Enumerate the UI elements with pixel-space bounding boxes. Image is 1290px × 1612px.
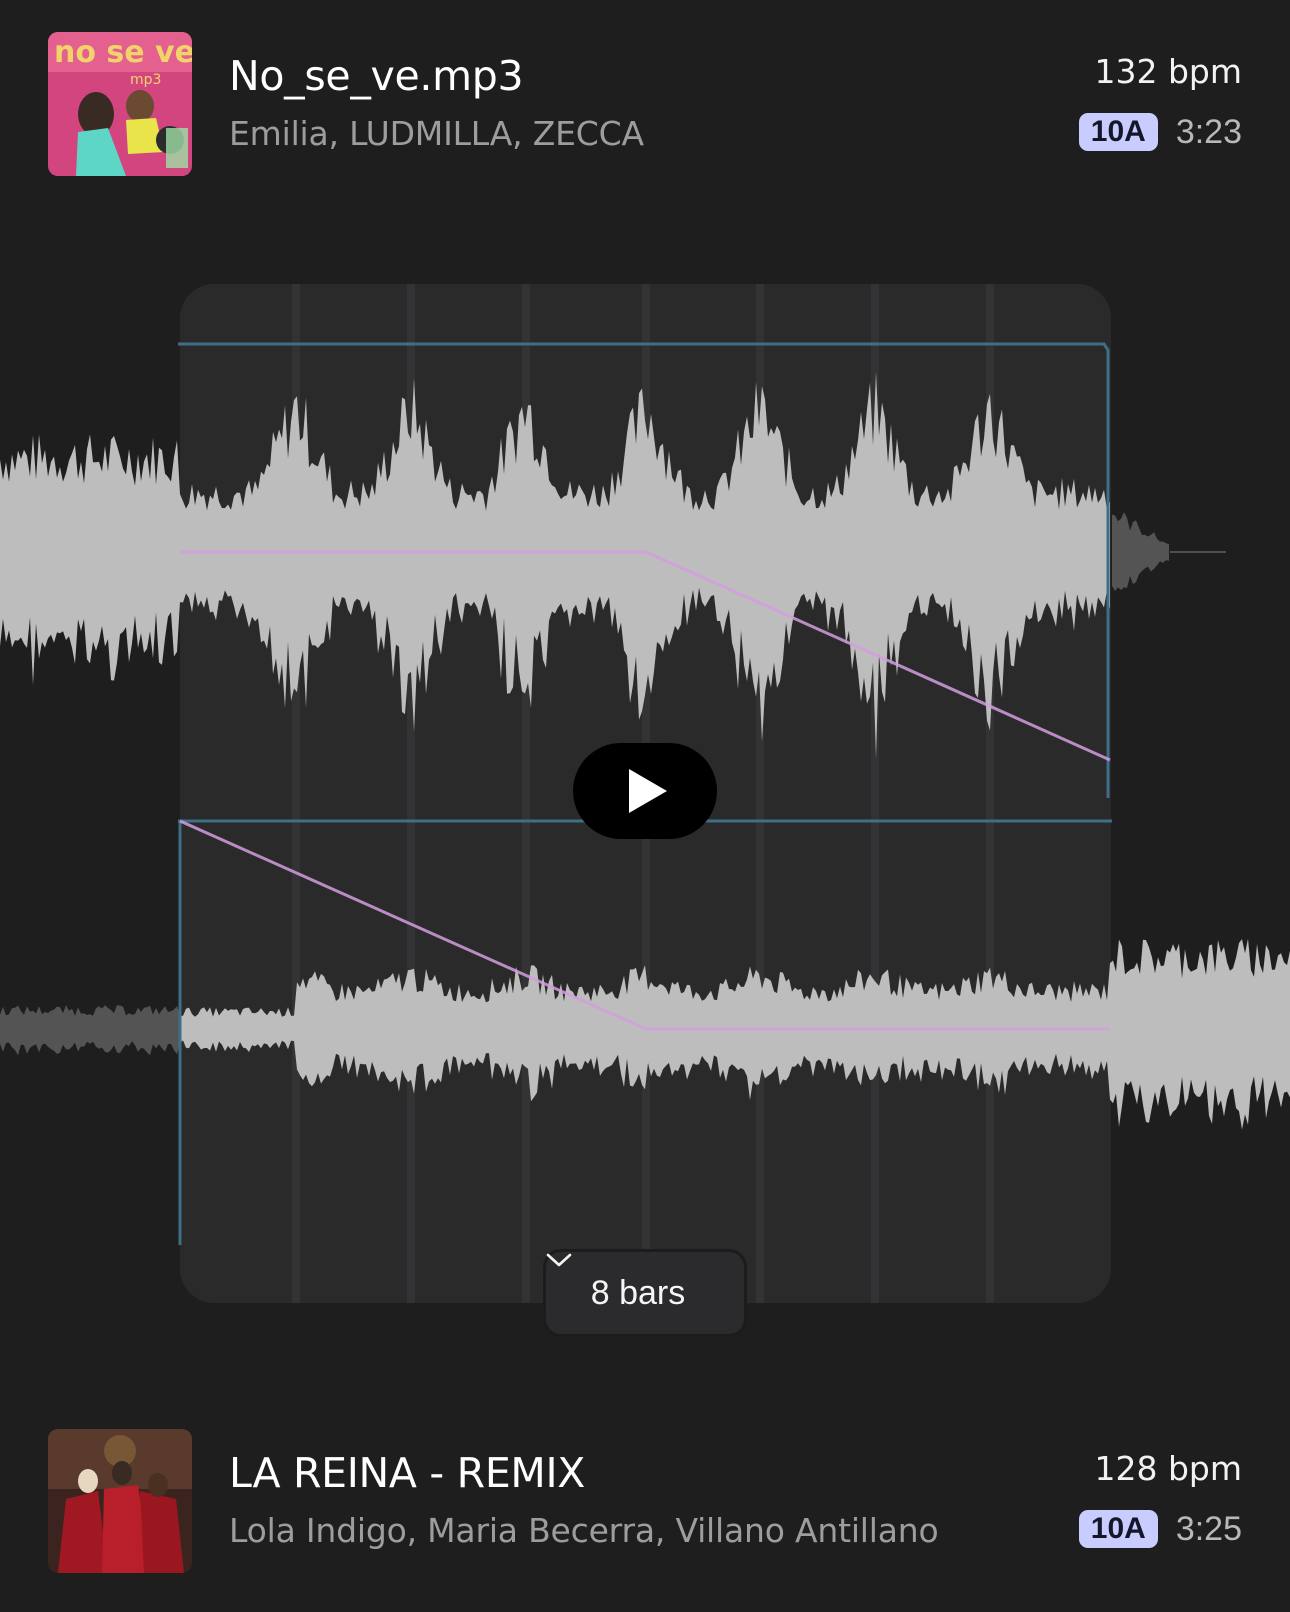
track-artists: Emilia, LUDMILLA, ZECCA xyxy=(229,114,644,153)
track-title: No_se_ve.mp3 xyxy=(229,52,524,100)
transition-editor[interactable]: 8 bars xyxy=(0,270,1290,1350)
track-title: LA REINA - REMIX xyxy=(229,1449,586,1497)
waveform-shape xyxy=(0,1005,180,1056)
incoming-waveform-intro xyxy=(0,1005,180,1056)
track-artists: Lola Indigo, Maria Becerra, Villano Anti… xyxy=(229,1511,939,1550)
key-badge: 10A xyxy=(1078,113,1158,151)
track-meta: 10A 3:25 xyxy=(1078,1509,1242,1549)
track-duration: 3:23 xyxy=(1175,112,1242,151)
svg-text:no se ve: no se ve xyxy=(54,35,192,70)
track-duration: 3:25 xyxy=(1175,1509,1242,1548)
album-art-la-reina xyxy=(48,1429,192,1573)
svg-text:mp3: mp3 xyxy=(130,72,161,88)
outgoing-waveform-tail xyxy=(1112,512,1169,591)
transition-length-label: 8 bars xyxy=(590,1273,686,1312)
waveform-shape xyxy=(1112,512,1169,591)
play-button[interactable] xyxy=(573,743,717,839)
transition-length-select[interactable]: 8 bars xyxy=(543,1249,747,1337)
track-bpm: 128 bpm xyxy=(1094,1449,1242,1488)
track-row-outgoing[interactable]: no se ve mp3 No_se_ve.mp3 Emilia, LUDMIL… xyxy=(0,30,1290,180)
track-meta: 10A 3:23 xyxy=(1078,112,1242,152)
play-icon xyxy=(629,769,667,813)
album-art-no-se-ve: no se ve mp3 xyxy=(48,32,192,176)
key-badge: 10A xyxy=(1078,1510,1158,1548)
track-row-incoming[interactable]: LA REINA - REMIX Lola Indigo, Maria Bece… xyxy=(0,1427,1290,1577)
track-bpm: 132 bpm xyxy=(1094,52,1242,91)
